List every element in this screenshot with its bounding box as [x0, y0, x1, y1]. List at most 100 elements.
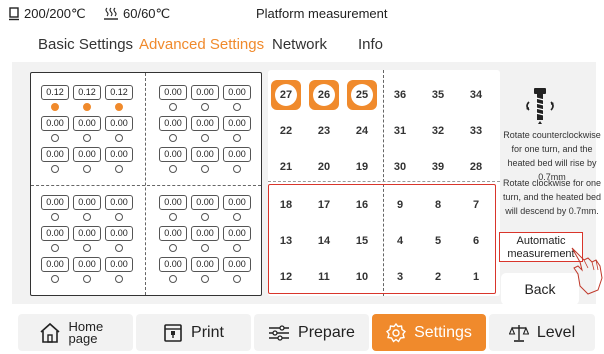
mesh-cell: 0.00: [223, 195, 251, 226]
probe-point[interactable]: 24: [347, 116, 377, 146]
probe-indicator-dot: [83, 134, 91, 142]
mesh-quadrant: 0.00 0.00 0.00 0.00 0.00 0.00 0.00 0.00 0.00: [159, 195, 251, 288]
probe-point[interactable]: 27: [271, 80, 301, 110]
mesh-cell: 0.00: [191, 257, 219, 288]
probe-point[interactable]: 9: [385, 190, 415, 220]
mesh-value: 0.00: [159, 195, 187, 210]
probe-point-number: 24: [355, 125, 369, 137]
probe-point[interactable]: 6: [461, 226, 491, 256]
probe-point[interactable]: 34: [461, 80, 491, 110]
probe-point[interactable]: 10: [347, 262, 377, 292]
nav-level-button[interactable]: Level: [489, 314, 595, 351]
probe-point[interactable]: 32: [423, 116, 453, 146]
probe-point[interactable]: 18: [271, 190, 301, 220]
mesh-row: 0.00 0.00 0.00: [41, 257, 133, 288]
probe-indicator-dot: [201, 275, 209, 283]
probe-point[interactable]: 8: [423, 190, 453, 220]
mesh-cell: 0.00: [191, 195, 219, 226]
mesh-cell: 0.00: [41, 226, 69, 257]
probe-indicator-dot: [51, 213, 59, 221]
probe-indicator-dot: [169, 213, 177, 221]
probe-point[interactable]: 31: [385, 116, 415, 146]
probe-point[interactable]: 7: [461, 190, 491, 220]
bed-temp: 60/60℃: [103, 6, 170, 22]
probe-point[interactable]: 11: [309, 262, 339, 292]
probe-point[interactable]: 4: [385, 226, 415, 256]
tab-advanced-settings[interactable]: Advanced Settings: [139, 36, 264, 53]
nav-prepare-button[interactable]: Prepare: [254, 314, 369, 351]
nav-print-label: Print: [191, 323, 224, 341]
probe-indicator-dot: [169, 134, 177, 142]
probe-point[interactable]: 3: [385, 262, 415, 292]
probe-point[interactable]: 23: [309, 116, 339, 146]
probe-indicator-dot: [83, 213, 91, 221]
probe-point-number: 35: [431, 89, 445, 101]
probe-point[interactable]: 26: [309, 80, 339, 110]
back-button[interactable]: Back: [501, 273, 579, 305]
mesh-value: 0.00: [41, 257, 69, 272]
probe-point[interactable]: 2: [423, 262, 453, 292]
tab-basic-settings[interactable]: Basic Settings: [38, 36, 133, 53]
nav-settings-button[interactable]: Settings: [372, 314, 486, 351]
probe-point[interactable]: 36: [385, 80, 415, 110]
mesh-row: 0.00 0.00 0.00: [41, 195, 133, 226]
probe-point[interactable]: 33: [461, 116, 491, 146]
mesh-cell: 0.00: [105, 195, 133, 226]
probe-point[interactable]: 14: [309, 226, 339, 256]
mesh-value: 0.00: [159, 226, 187, 241]
probe-point[interactable]: 20: [309, 152, 339, 182]
probe-point[interactable]: 13: [271, 226, 301, 256]
probe-point[interactable]: 22: [271, 116, 301, 146]
mesh-cell: 0.00: [105, 257, 133, 288]
probe-point[interactable]: 21: [271, 152, 301, 182]
probe-point[interactable]: 30: [385, 152, 415, 182]
probe-point[interactable]: 16: [347, 190, 377, 220]
probe-point-number: 17: [317, 199, 331, 211]
probe-point-number: 15: [355, 235, 369, 247]
probe-point-number: 21: [279, 161, 293, 173]
probe-indicator-dot: [115, 213, 123, 221]
mesh-value: 0.00: [41, 116, 69, 131]
probe-point[interactable]: 15: [347, 226, 377, 256]
mesh-value: 0.00: [223, 226, 251, 241]
probe-point-number: 19: [355, 161, 369, 173]
probe-point[interactable]: 5: [423, 226, 453, 256]
probe-point[interactable]: 28: [461, 152, 491, 182]
mesh-cell: 0.00: [73, 195, 101, 226]
probe-point[interactable]: 12: [271, 262, 301, 292]
probe-point-number: 16: [355, 199, 369, 211]
settings-tabs: Basic Settings Advanced Settings Network…: [0, 36, 604, 60]
mesh-cell: 0.00: [41, 147, 69, 178]
probe-indicator-dot: [51, 275, 59, 283]
probe-indicator-dot: [51, 134, 59, 142]
mesh-cell: 0.00: [191, 85, 219, 116]
probe-point[interactable]: 35: [423, 80, 453, 110]
probe-indicator-dot: [201, 134, 209, 142]
probe-point[interactable]: 1: [461, 262, 491, 292]
tab-network[interactable]: Network: [272, 36, 327, 53]
mesh-value: 0.00: [73, 147, 101, 162]
tab-info[interactable]: Info: [358, 36, 383, 53]
probe-point[interactable]: 19: [347, 152, 377, 182]
probe-point-number: 5: [434, 235, 442, 247]
probe-point-number: 25: [351, 84, 373, 106]
mesh-cell: 0.00: [41, 195, 69, 226]
probe-indicator-dot: [83, 244, 91, 252]
probe-indicator-dot: [115, 275, 123, 283]
print-icon: [164, 323, 182, 342]
nav-print-button[interactable]: Print: [136, 314, 251, 351]
nav-home-button[interactable]: Home page: [18, 314, 133, 351]
probe-indicator-dot: [233, 103, 241, 111]
probe-point[interactable]: 39: [423, 152, 453, 182]
mesh-value: 0.12: [73, 85, 101, 100]
probe-point[interactable]: 25: [347, 80, 377, 110]
probe-point[interactable]: 17: [309, 190, 339, 220]
probe-point-number: 7: [472, 199, 480, 211]
mesh-cell: 0.00: [159, 116, 187, 147]
probe-point-number: 30: [393, 161, 407, 173]
probe-point-number: 31: [393, 125, 407, 137]
mesh-value: 0.00: [105, 147, 133, 162]
mesh-cell: 0.00: [191, 116, 219, 147]
probe-point-number: 20: [317, 161, 331, 173]
mesh-row: 0.00 0.00 0.00: [41, 226, 133, 257]
